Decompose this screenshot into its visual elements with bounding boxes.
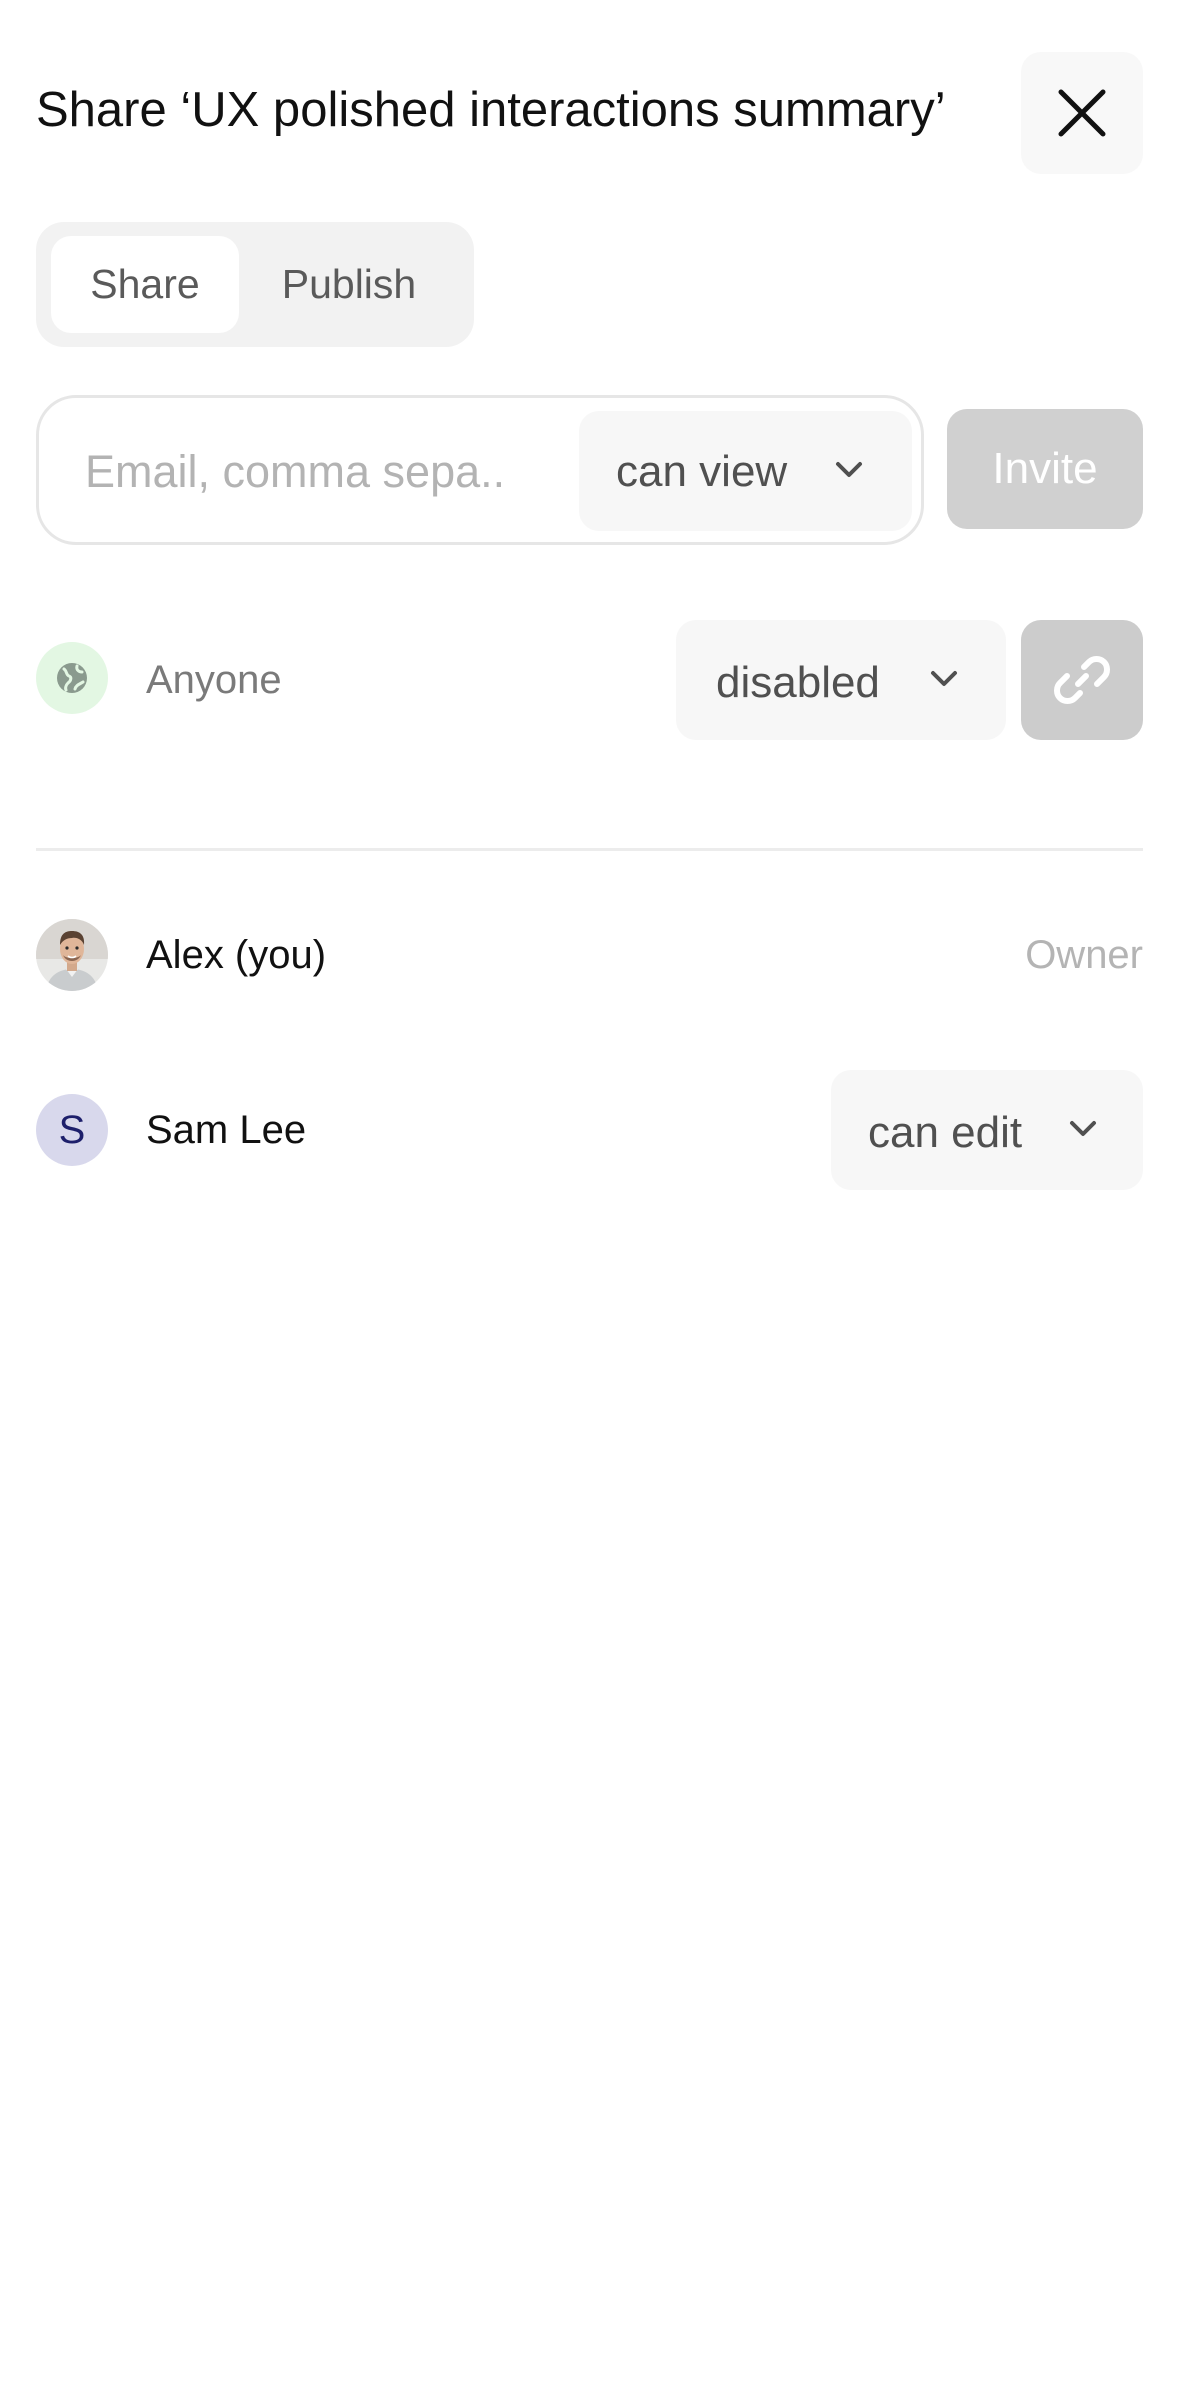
close-button[interactable] <box>1021 52 1143 174</box>
invite-role-label: can view <box>616 447 788 496</box>
chevron-down-icon <box>836 462 862 477</box>
invite-row: can view Invite <box>36 395 1143 545</box>
share-publish-tabs: Share Publish <box>36 222 474 347</box>
share-dialog: Share ‘UX polished interactions summary’… <box>0 0 1179 2396</box>
dialog-title: Share ‘UX polished interactions summary’ <box>36 83 946 137</box>
general-access-label: Anyone <box>146 658 282 702</box>
member-name: Sam Lee <box>146 1108 307 1152</box>
general-access-role-label: disabled <box>716 658 880 707</box>
general-access-role-select[interactable]: disabled <box>676 620 1006 740</box>
invite-role-select[interactable]: can view <box>579 411 912 531</box>
close-icon <box>1058 89 1106 137</box>
divider <box>36 848 1143 851</box>
email-field-container: can view <box>36 395 924 545</box>
general-access-row: Anyone disabled <box>36 618 1143 740</box>
avatar-photo <box>36 919 108 991</box>
globe-icon-badge <box>36 642 108 714</box>
link-icon <box>1054 656 1110 704</box>
dialog-header: Share ‘UX polished interactions summary’ <box>36 52 1143 174</box>
chevron-down-icon <box>1070 1121 1096 1136</box>
member-role-select[interactable]: can edit <box>831 1070 1143 1190</box>
tab-share[interactable]: Share <box>51 236 239 333</box>
invite-button[interactable]: Invite <box>947 409 1143 529</box>
avatar: S <box>36 1094 108 1166</box>
tab-publish[interactable]: Publish <box>239 236 459 333</box>
member-row-alex: Alex (you) Owner <box>36 893 1143 1015</box>
chevron-down-icon <box>931 671 957 686</box>
email-input[interactable] <box>85 438 505 506</box>
globe-icon <box>57 663 87 693</box>
avatar <box>36 919 108 991</box>
member-role-label: Owner <box>1025 933 1143 977</box>
copy-link-button[interactable] <box>1021 620 1143 740</box>
member-name: Alex (you) <box>146 933 327 977</box>
member-row-sam: S Sam Lee can edit <box>36 1068 1143 1190</box>
member-role-label: can edit <box>868 1108 1023 1157</box>
